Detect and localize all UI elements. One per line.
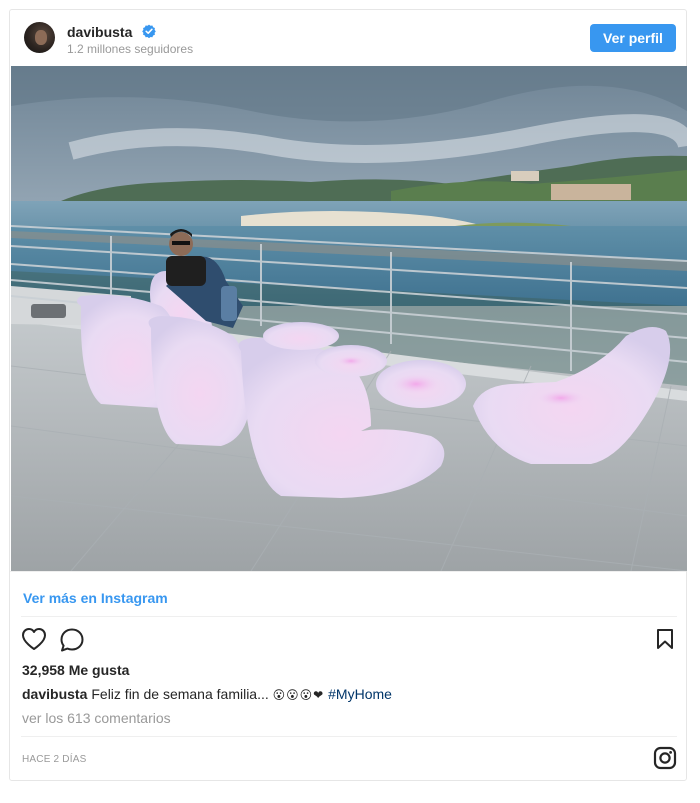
view-profile-button[interactable]: Ver perfil [590, 24, 676, 52]
avatar[interactable] [24, 22, 55, 53]
like-count[interactable]: 32,958 Me gusta [22, 662, 129, 678]
view-more-on-instagram-link[interactable]: Ver más en Instagram [23, 590, 168, 606]
instagram-logo-icon[interactable] [653, 746, 677, 770]
username[interactable]: davibusta [67, 24, 132, 40]
instagram-embed-card: davibusta 1.2 millones seguidores Ver pe… [9, 9, 687, 781]
bookmark-icon[interactable] [655, 628, 675, 650]
footer-divider [21, 736, 677, 737]
follower-count: 1.2 millones seguidores [67, 42, 194, 56]
comment-icon[interactable] [59, 627, 85, 653]
hashtag-link[interactable]: #MyHome [328, 686, 392, 702]
post-photo[interactable] [11, 66, 687, 571]
heart-icon[interactable] [21, 627, 47, 651]
avatar-face [35, 30, 47, 45]
post-caption: davibusta Feliz fin de semana familia... … [22, 686, 392, 702]
post-header: davibusta 1.2 millones seguidores Ver pe… [10, 10, 686, 66]
verified-badge-icon [142, 24, 156, 38]
caption-text: Feliz fin de semana familia... [91, 686, 273, 702]
view-comments-link[interactable]: ver los 613 comentarios [22, 710, 171, 726]
post-timestamp: HACE 2 DÍAS [22, 754, 87, 765]
photo-divider [10, 571, 686, 572]
actions-divider [21, 616, 677, 617]
caption-username[interactable]: davibusta [22, 686, 87, 702]
caption-emojis: 😮😮😮❤ [272, 688, 325, 702]
